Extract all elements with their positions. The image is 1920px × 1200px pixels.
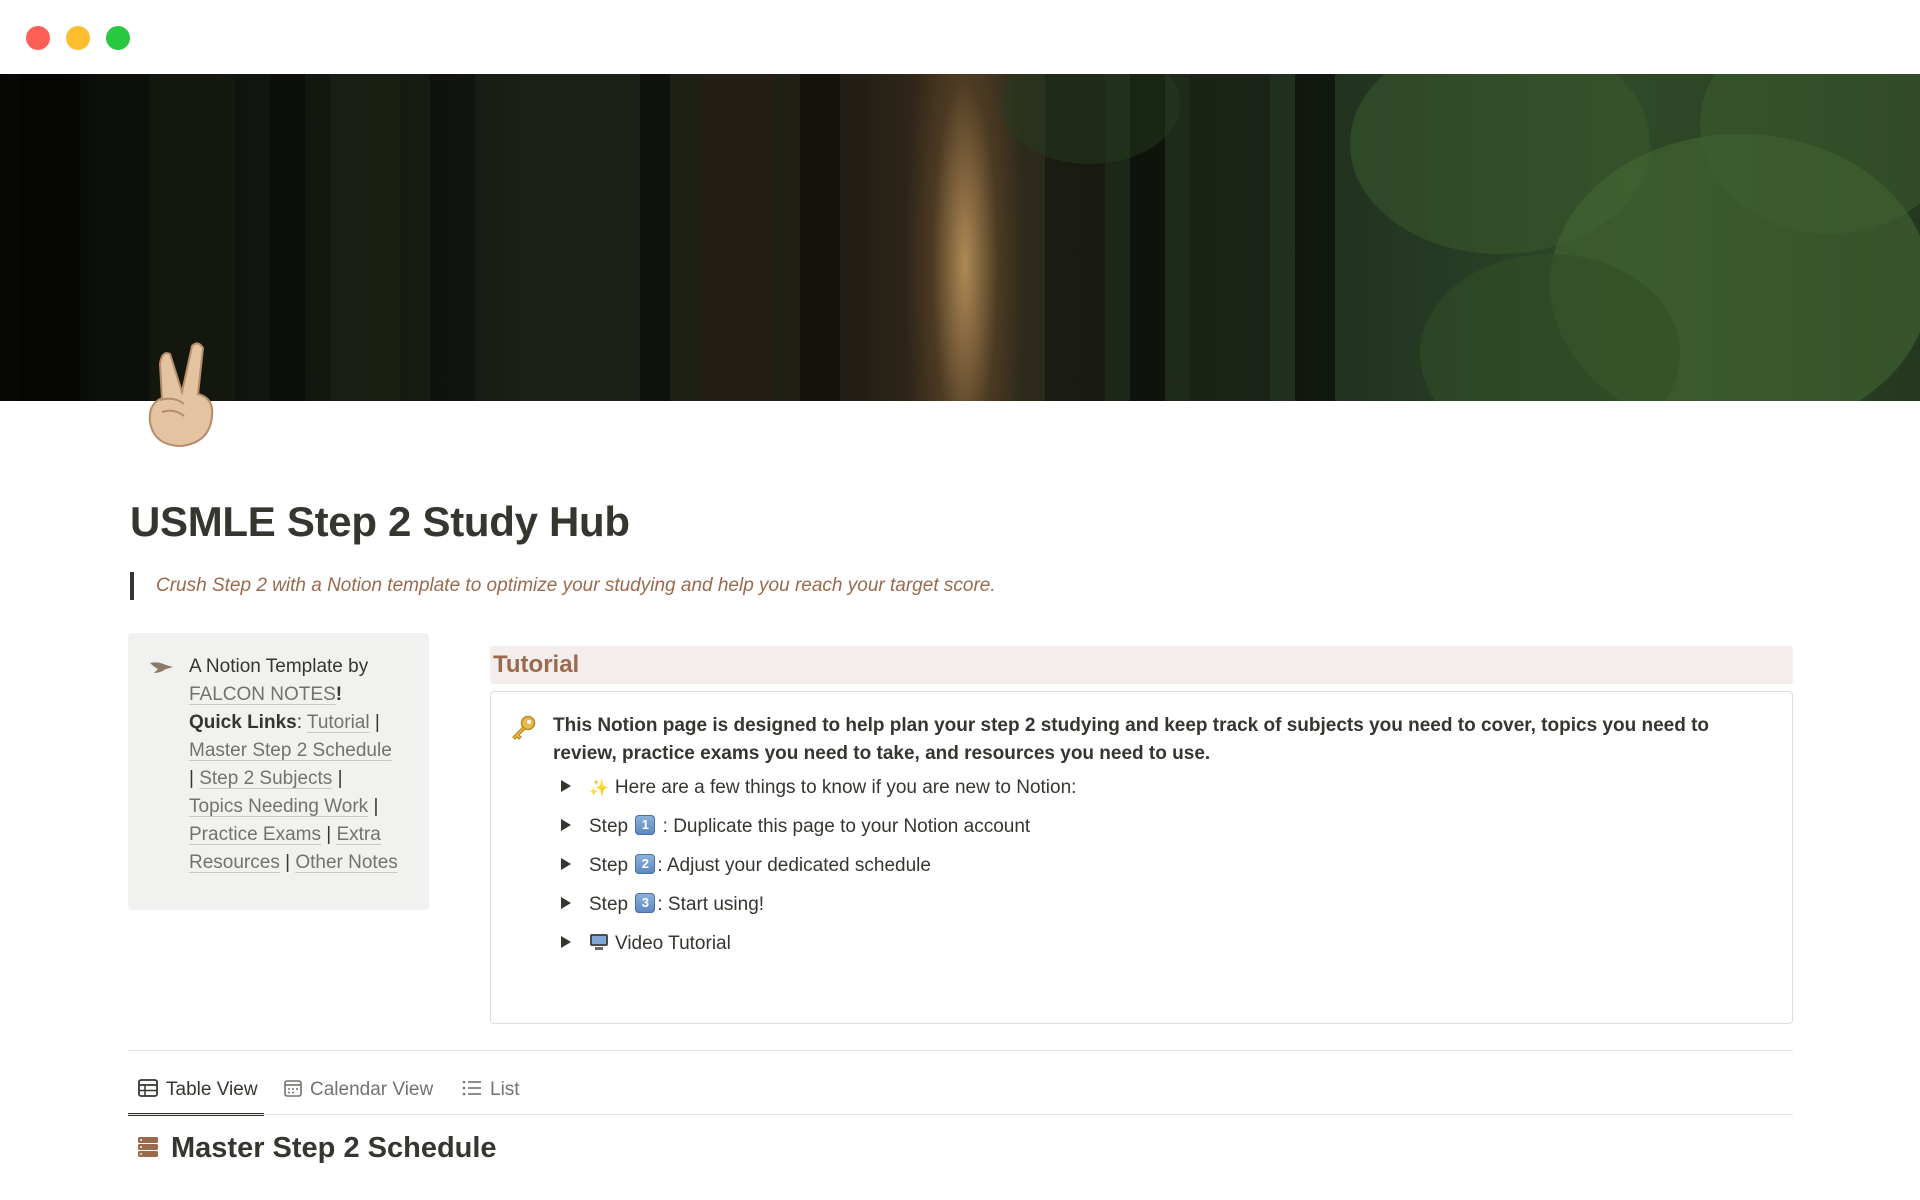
toggle-video-tutorial[interactable]: Video Tutorial <box>561 929 731 959</box>
tab-label: List <box>490 1079 520 1100</box>
quick-link-master-schedule[interactable]: Master Step 2 Schedule <box>189 740 392 761</box>
tabs-underline <box>128 1114 1793 1115</box>
key-icon <box>512 715 536 740</box>
tab-label: Table View <box>166 1079 258 1100</box>
sparkles-icon: ✨ <box>589 780 609 797</box>
toggle-label: Video Tutorial <box>615 933 731 954</box>
link-separator: | <box>285 852 291 873</box>
tab-table-view[interactable]: Table View <box>128 1072 264 1116</box>
toggle-arrow-icon[interactable] <box>561 896 571 909</box>
page-subtitle-quote[interactable]: Crush Step 2 with a Notion template to o… <box>130 572 996 600</box>
forest-cover-image <box>0 74 1920 401</box>
toggle-step-2[interactable]: Step 2: Adjust your dedicated schedule <box>561 851 931 881</box>
toggle-label: : Duplicate this page to your Notion acc… <box>657 816 1031 837</box>
colon-text: : <box>296 712 302 733</box>
tutorial-heading[interactable]: Tutorial <box>490 646 1793 684</box>
quick-link-other-notes[interactable]: Other Notes <box>295 852 397 873</box>
maximize-window-button[interactable] <box>106 26 130 50</box>
page-title[interactable]: USMLE Step 2 Study Hub <box>130 498 630 546</box>
quick-link-topics-needing-work[interactable]: Topics Needing Work <box>189 796 368 817</box>
victory-hand-icon[interactable] <box>140 338 230 450</box>
link-separator: | <box>326 824 332 845</box>
link-separator: | <box>373 796 379 817</box>
toggle-step-1[interactable]: Step 1 : Duplicate this page to your Not… <box>561 812 1030 842</box>
tutorial-callout: This Notion page is designed to help pla… <box>490 691 1793 1024</box>
keycap-3-icon: 3 <box>635 892 656 913</box>
toggle-arrow-icon[interactable] <box>561 779 571 792</box>
calendar-icon <box>284 1080 302 1097</box>
falcon-icon <box>150 662 173 673</box>
section-divider <box>128 1050 1793 1051</box>
minimize-window-button[interactable] <box>66 26 90 50</box>
template-intro-text: A Notion Template by <box>189 656 369 677</box>
quick-link-tutorial[interactable]: Tutorial <box>307 712 370 733</box>
tab-calendar-view[interactable]: Calendar View <box>284 1072 433 1116</box>
database-icon <box>138 1137 158 1157</box>
link-separator: | <box>189 768 194 789</box>
toggle-label: Here are a few things to know if you are… <box>614 777 1077 798</box>
computer-icon <box>590 933 608 950</box>
link-separator: | <box>374 712 380 733</box>
toggle-arrow-icon[interactable] <box>561 818 571 831</box>
toggle-arrow-icon[interactable] <box>561 935 571 948</box>
step-word: Step <box>589 894 629 915</box>
tab-label: Calendar View <box>310 1079 434 1100</box>
table-icon <box>138 1079 158 1097</box>
keycap-1-icon: 1 <box>635 814 656 835</box>
keycap-2-icon: 2 <box>635 853 656 874</box>
quick-links-label: Quick Links <box>189 712 297 733</box>
falcon-notes-link[interactable]: FALCON NOTES <box>189 684 336 705</box>
template-info-callout: A Notion Template by FALCON NOTES! Quick… <box>128 633 429 910</box>
toggle-notion-basics[interactable]: ✨ Here are a few things to know if you ar… <box>561 773 1076 803</box>
tutorial-description[interactable]: This Notion page is designed to help pla… <box>553 712 1773 768</box>
toggle-label: : Start using! <box>657 894 765 915</box>
database-title[interactable]: Master Step 2 Schedule <box>171 1128 497 1168</box>
toggle-arrow-icon[interactable] <box>561 857 571 870</box>
link-separator: | <box>337 768 343 789</box>
toggle-label: : Adjust your dedicated schedule <box>657 855 931 876</box>
list-icon <box>462 1080 481 1096</box>
step-word: Step <box>589 816 629 837</box>
quick-link-practice-exams[interactable]: Practice Exams <box>189 824 321 845</box>
close-window-button[interactable] <box>26 26 50 50</box>
window-titlebar <box>0 0 1920 74</box>
quick-link-step2-subjects[interactable]: Step 2 Subjects <box>199 768 332 789</box>
step-word: Step <box>589 855 629 876</box>
toggle-step-3[interactable]: Step 3: Start using! <box>561 890 764 920</box>
exclamation-text: ! <box>335 684 343 705</box>
tab-list-view[interactable]: List <box>462 1072 520 1116</box>
